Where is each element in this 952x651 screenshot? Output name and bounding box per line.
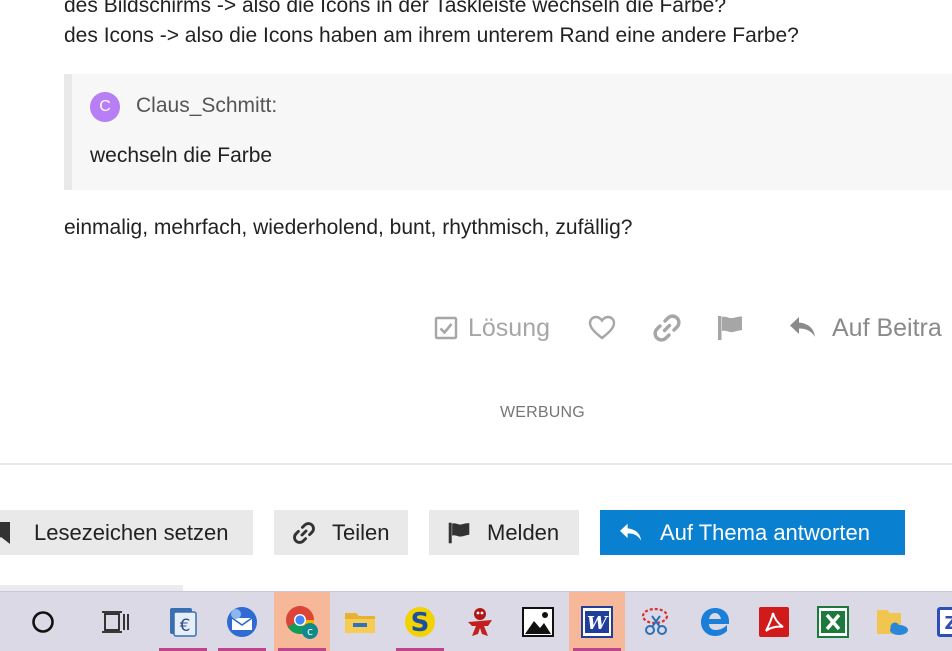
- post-text-line: des Bildschirms -> also die Icons in der…: [64, 0, 727, 17]
- s-app-icon[interactable]: S: [392, 592, 448, 651]
- link-icon: [292, 521, 316, 545]
- copy-link-button[interactable]: [652, 306, 682, 350]
- bookmark-label: Lesezeichen setzen: [34, 519, 229, 545]
- word-icon[interactable]: W: [569, 592, 625, 651]
- share-label: Teilen: [332, 519, 390, 545]
- flag-icon: [447, 521, 471, 545]
- post-actions: Lösung Auf Beitra: [0, 306, 952, 350]
- euro-calculator-icon[interactable]: €: [155, 592, 211, 651]
- flag-topic-label: Melden: [487, 519, 560, 545]
- reply-to-post-label: Auf Beitra: [832, 313, 942, 342]
- quote-author[interactable]: Claus_Schmitt:: [136, 94, 277, 118]
- taskbar: € c S W Z: [0, 591, 952, 651]
- link-icon: [652, 313, 682, 343]
- file-explorer-icon[interactable]: [332, 592, 388, 651]
- quote-block: C Claus_Schmitt: wechseln die Farbe: [64, 74, 952, 190]
- bookmark-button[interactable]: Lesezeichen setzen: [0, 510, 253, 555]
- reply-arrow-icon: [788, 315, 818, 341]
- snipping-tool-icon[interactable]: [628, 592, 684, 651]
- reply-arrow-icon: [618, 522, 644, 544]
- excel-icon[interactable]: [805, 592, 861, 651]
- search-circle-icon[interactable]: [15, 592, 71, 651]
- flag-topic-button[interactable]: Melden: [429, 510, 579, 555]
- solution-label: Lösung: [468, 313, 551, 342]
- reply-to-post-button[interactable]: Auf Beitra: [788, 306, 942, 350]
- share-button[interactable]: Teilen: [274, 510, 408, 555]
- svg-text:€: €: [180, 616, 191, 636]
- divider: [0, 463, 952, 465]
- svg-text:W: W: [587, 613, 609, 634]
- chrome-icon[interactable]: c: [274, 592, 330, 651]
- onedrive-folder-icon[interactable]: [864, 592, 920, 651]
- edge-icon[interactable]: [687, 592, 743, 651]
- svg-text:c: c: [307, 625, 313, 638]
- post-text-line: einmalig, mehrfach, wiederholend, bunt, …: [64, 216, 633, 239]
- red-figure-icon[interactable]: [452, 592, 508, 651]
- like-button[interactable]: [588, 306, 616, 350]
- reply-topic-label: Auf Thema antworten: [660, 519, 870, 545]
- z-app-icon[interactable]: Z: [922, 592, 952, 651]
- avatar[interactable]: C: [90, 92, 120, 122]
- post-text-line: des Icons -> also die Icons haben am ihr…: [64, 24, 799, 47]
- acrobat-icon[interactable]: [746, 592, 802, 651]
- quote-text: wechseln die Farbe: [90, 144, 273, 167]
- photos-icon[interactable]: [510, 592, 566, 651]
- flag-button[interactable]: [716, 306, 744, 350]
- task-view-icon[interactable]: [87, 592, 143, 651]
- bookmark-icon: [0, 520, 12, 546]
- flag-icon: [716, 314, 744, 342]
- svg-text:Z: Z: [944, 613, 952, 634]
- heart-icon: [588, 315, 616, 341]
- solution-button[interactable]: Lösung: [434, 306, 550, 350]
- ad-label: WERBUNG: [500, 404, 585, 421]
- reply-topic-button[interactable]: Auf Thema antworten: [600, 510, 905, 555]
- thunderbird-icon[interactable]: [214, 592, 270, 651]
- svg-text:S: S: [411, 608, 430, 638]
- checkbox-icon: [434, 316, 458, 340]
